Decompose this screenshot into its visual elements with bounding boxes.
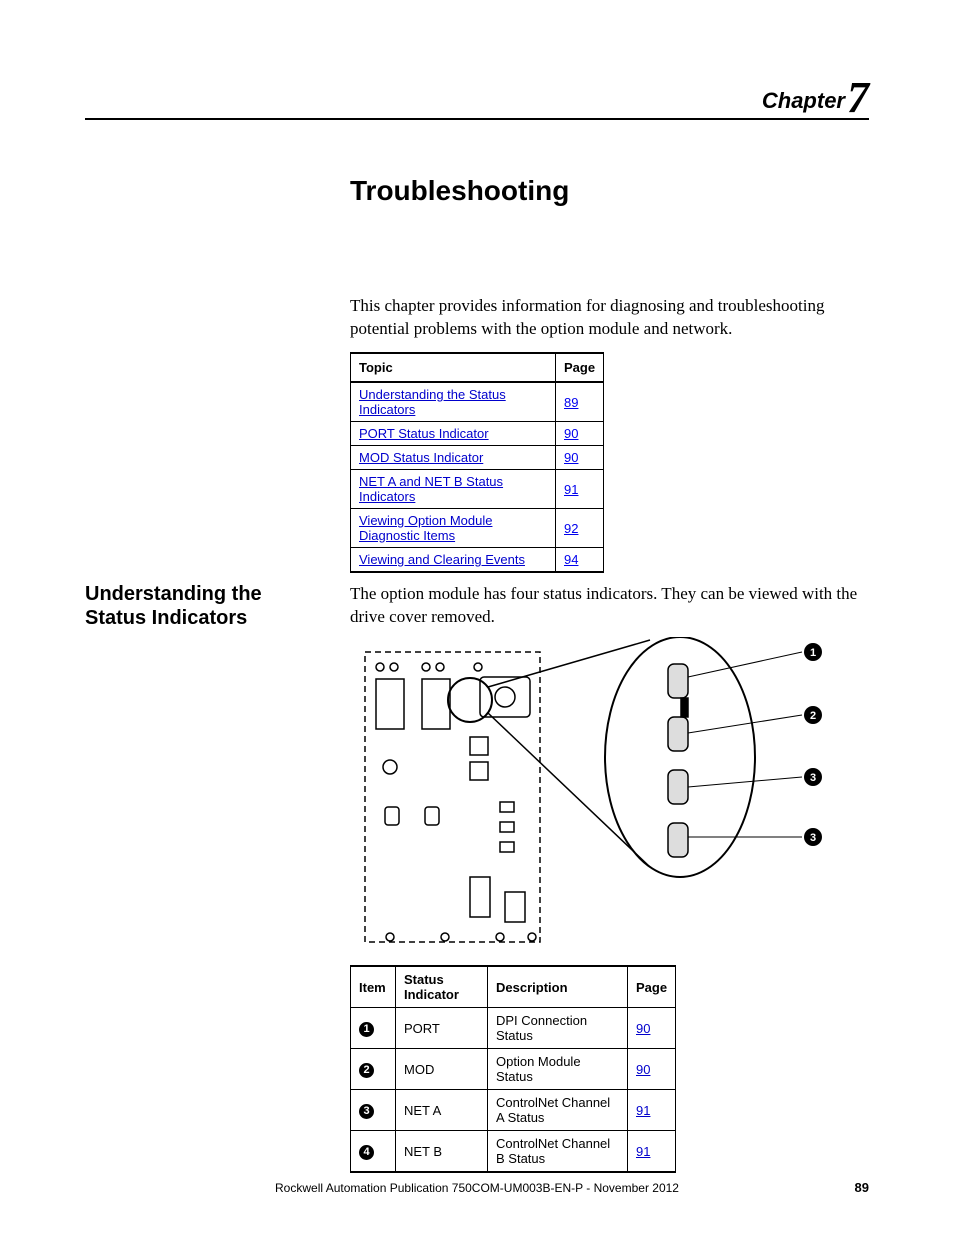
page-link[interactable]: 91 [636,1103,650,1118]
chapter-number: 7 [847,73,869,122]
topic-link[interactable]: NET A and NET B Status Indicators [359,474,503,504]
module-svg: 1 2 3 3 [350,637,835,947]
chapter-word: Chapter [762,88,845,113]
ind-desc: DPI Connection Status [488,1008,628,1049]
page-link[interactable]: 94 [564,552,578,567]
topic-link[interactable]: PORT Status Indicator [359,426,489,441]
item-badge: 2 [359,1063,374,1078]
page-link[interactable]: 91 [636,1144,650,1159]
item-badge: 1 [359,1022,374,1037]
callout-2: 2 [810,710,816,722]
topic-link[interactable]: Understanding the Status Indicators [359,387,506,417]
ind-status: PORT [396,1008,488,1049]
zoom-circle-icon [448,678,492,722]
page-link[interactable]: 90 [636,1062,650,1077]
callout-3: 3 [810,772,816,784]
ind-header-page: Page [628,966,676,1008]
indicators-table: Item Status Indicator Description Page 1… [350,965,676,1173]
topic-link[interactable]: Viewing and Clearing Events [359,552,525,567]
item-badge: 3 [359,1104,374,1119]
page-link[interactable]: 90 [564,450,578,465]
callout-1: 1 [810,647,816,659]
intro-paragraph: This chapter provides information for di… [350,295,869,341]
topic-link[interactable]: Viewing Option Module Diagnostic Items [359,513,492,543]
page-title: Troubleshooting [350,175,569,207]
ind-status: MOD [396,1049,488,1090]
ind-header-item: Item [351,966,396,1008]
table-row: 4 NET B ControlNet Channel B Status 91 [351,1131,676,1173]
ind-header-status: Status Indicator [396,966,488,1008]
table-row: 1 PORT DPI Connection Status 90 [351,1008,676,1049]
topic-link[interactable]: MOD Status Indicator [359,450,483,465]
table-row: PORT Status Indicator 90 [351,422,604,446]
ind-header-desc: Description [488,966,628,1008]
ind-status: NET B [396,1131,488,1173]
page-link[interactable]: 90 [636,1021,650,1036]
page-link[interactable]: 92 [564,521,578,536]
ind-status: NET A [396,1090,488,1131]
ind-desc: ControlNet Channel B Status [488,1131,628,1173]
ind-desc: ControlNet Channel A Status [488,1090,628,1131]
table-row: 2 MOD Option Module Status 90 [351,1049,676,1090]
topics-table: Topic Page Understanding the Status Indi… [350,352,604,573]
table-row: Understanding the Status Indicators 89 [351,382,604,422]
page-link[interactable]: 91 [564,482,578,497]
topics-header-topic: Topic [351,353,556,382]
callout-4: 3 [810,832,816,844]
item-badge: 4 [359,1145,374,1160]
topics-header-page: Page [556,353,604,382]
page-link[interactable]: 90 [564,426,578,441]
chapter-label: Chapter7 [762,72,869,123]
chapter-rule [85,118,869,120]
module-figure: 1 2 3 3 [350,637,835,947]
table-row: Viewing Option Module Diagnostic Items 9… [351,509,604,548]
page-number: 89 [855,1180,869,1195]
page-link[interactable]: 89 [564,395,578,410]
ind-desc: Option Module Status [488,1049,628,1090]
table-row: NET A and NET B Status Indicators 91 [351,470,604,509]
table-row: 3 NET A ControlNet Channel A Status 91 [351,1090,676,1131]
publication-line: Rockwell Automation Publication 750COM-U… [85,1181,869,1195]
section-heading: Understanding the Status Indicators [85,582,315,630]
table-row: MOD Status Indicator 90 [351,446,604,470]
section-paragraph: The option module has four status indica… [350,583,869,629]
footer: Rockwell Automation Publication 750COM-U… [85,1181,869,1195]
table-row: Viewing and Clearing Events 94 [351,548,604,573]
